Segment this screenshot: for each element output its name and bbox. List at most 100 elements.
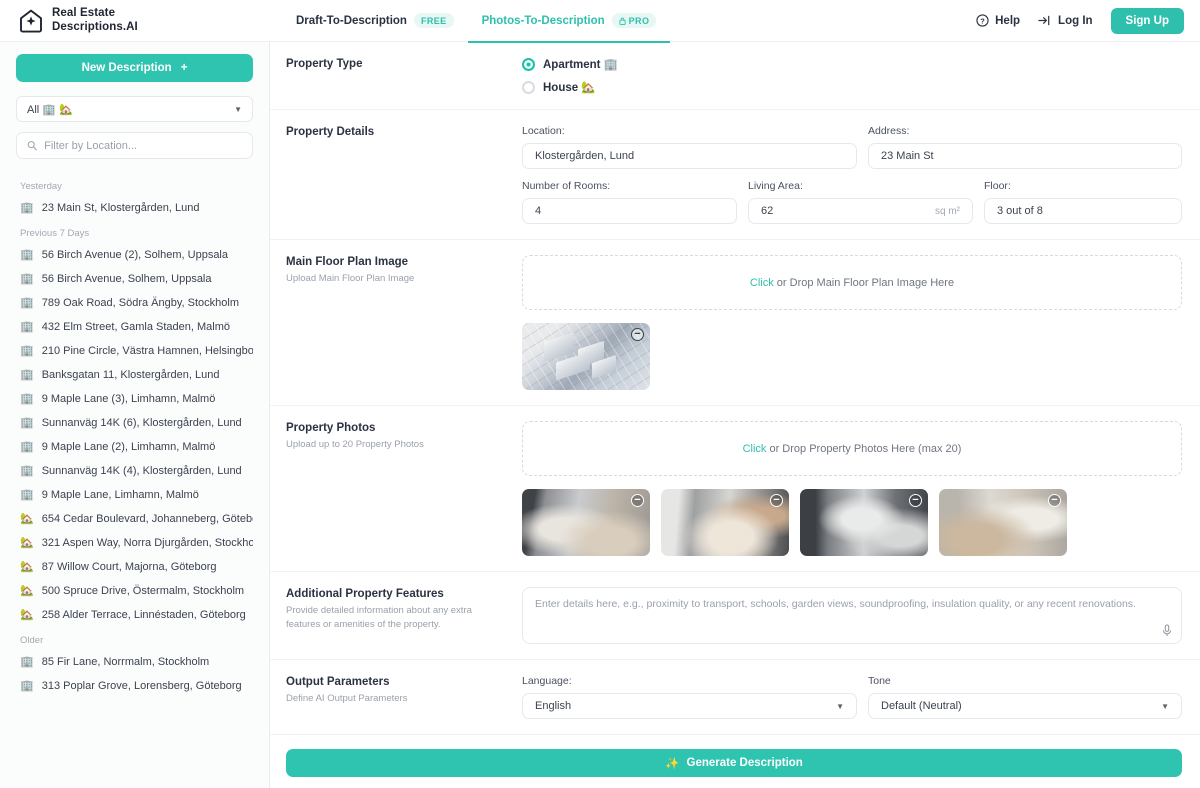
radio-apartment[interactable]: Apartment 🏢 <box>522 57 1182 71</box>
type-filter-select[interactable]: All 🏢 🏡 ▼ <box>16 96 253 122</box>
photo-thumbnail-kitchen[interactable]: − <box>661 489 789 556</box>
search-icon <box>27 140 37 151</box>
chevron-down-icon: ▼ <box>836 702 844 711</box>
history-item[interactable]: 🏢432 Elm Street, Gamla Staden, Malmö <box>16 315 253 339</box>
apartment-icon: 🏢 <box>20 322 34 333</box>
section-additional-features: Additional Property Features Provide det… <box>270 572 1200 660</box>
floor-input[interactable]: 3 out of 8 <box>984 198 1182 224</box>
location-input[interactable]: Klostergården, Lund <box>522 143 857 169</box>
location-filter[interactable] <box>16 132 253 159</box>
new-description-button[interactable]: New Description + <box>16 54 253 82</box>
brand-text: Real Estate Descriptions.AI <box>52 7 138 33</box>
tab-draft-to-description[interactable]: Draft-To-Description FREE <box>282 1 468 43</box>
history-item-label: 23 Main St, Klostergården, Lund <box>42 202 200 214</box>
features-textarea[interactable]: Enter details here, e.g., proximity to t… <box>522 587 1182 644</box>
new-description-label: New Description <box>82 62 172 74</box>
history-item[interactable]: 🏢Banksgatan 11, Klostergården, Lund <box>16 363 253 387</box>
chevron-down-icon: ▼ <box>1161 702 1169 711</box>
details-row-1: Location: Klostergården, Lund Address: 2… <box>522 125 1182 169</box>
language-value: English <box>535 700 571 712</box>
photo-thumbnail-living-room[interactable]: − <box>522 489 650 556</box>
location-label: Location: <box>522 125 857 137</box>
history-item[interactable]: 🏡87 Willow Court, Majorna, Göteborg <box>16 555 253 579</box>
photo-thumbnail-bathroom[interactable]: − <box>800 489 928 556</box>
tone-value: Default (Neutral) <box>881 700 962 712</box>
remove-circle-icon[interactable]: − <box>770 494 783 507</box>
remove-circle-icon[interactable]: − <box>1048 494 1061 507</box>
type-filter-value: All 🏢 🏡 <box>27 103 73 116</box>
history-item[interactable]: 🏢Sunnanväg 14K (6), Klostergården, Lund <box>16 411 253 435</box>
floor-plan-thumbnail[interactable]: − <box>522 323 650 390</box>
remove-circle-icon[interactable]: − <box>631 328 644 341</box>
details-row-2: Number of Rooms: 4 Living Area: 62 sq m² <box>522 180 1182 224</box>
badge-pro: PRO <box>612 13 657 28</box>
history-item-label: 210 Pine Circle, Västra Hamnen, Helsingb… <box>42 345 253 357</box>
history-item[interactable]: 🏢9 Maple Lane, Limhamn, Malmö <box>16 483 253 507</box>
help-link[interactable]: ? Help <box>976 14 1020 27</box>
living-area-input[interactable]: 62 sq m² <box>748 198 973 224</box>
tone-select[interactable]: Default (Neutral) ▼ <box>868 693 1182 719</box>
history-item[interactable]: 🏡500 Spruce Drive, Östermalm, Stockholm <box>16 579 253 603</box>
radio-apartment-label: Apartment 🏢 <box>543 57 618 71</box>
tab-photos-to-description[interactable]: Photos-To-Description PRO <box>468 1 671 43</box>
photo-thumbnail-bedroom[interactable]: − <box>939 489 1067 556</box>
history-item[interactable]: 🏡 321 Aspen Way, Norra Djurgården, Stockh… <box>16 531 253 555</box>
floor-plan-dropzone[interactable]: Click or Drop Main Floor Plan Image Here <box>522 255 1182 310</box>
history-item-label: 9 Maple Lane (2), Limhamn, Malmö <box>42 441 216 453</box>
apartment-icon: 🏢 <box>20 442 34 453</box>
login-link[interactable]: Log In <box>1038 14 1093 27</box>
house-icon: 🏡 <box>20 538 34 549</box>
address-field-group: Address: 23 Main St <box>868 125 1182 169</box>
house-icon: 🏡 <box>20 514 34 525</box>
rooms-input[interactable]: 4 <box>522 198 737 224</box>
section-label: Property Details <box>286 125 522 224</box>
apartment-icon: 🏢 <box>20 250 34 261</box>
section-property-details: Property Details Location: Klostergården… <box>270 110 1200 240</box>
generate-label: Generate Description <box>687 757 803 769</box>
section-label: Output Parameters Define AI Output Param… <box>286 675 522 719</box>
radio-apartment-indicator <box>522 58 535 71</box>
signup-button[interactable]: Sign Up <box>1111 8 1184 34</box>
history-group-label: Previous 7 Days <box>20 228 253 239</box>
generate-description-button[interactable]: ✨ Generate Description <box>286 749 1182 777</box>
login-label: Log In <box>1058 15 1093 27</box>
history-item[interactable]: 🏢 9 Maple Lane (2), Limhamn, Malmö <box>16 435 253 459</box>
filter-location-input[interactable] <box>44 140 242 152</box>
photo-thumbs: − − − − <box>522 489 1182 556</box>
home-sparkle-icon <box>18 8 44 34</box>
history-item[interactable]: 🏢Sunnanväg 14K (4), Klostergården, Lund <box>16 459 253 483</box>
history-item[interactable]: 🏢9 Maple Lane (3), Limhamn, Malmö <box>16 387 253 411</box>
radio-house[interactable]: House 🏡 <box>522 80 1182 94</box>
history-item[interactable]: 🏢56 Birch Avenue (2), Solhem, Uppsala <box>16 243 253 267</box>
help-label: Help <box>995 15 1020 27</box>
history-item[interactable]: 🏡654 Cedar Boulevard, Johanneberg, Göteb… <box>16 507 253 531</box>
photos-dropzone[interactable]: Click or Drop Property Photos Here (max … <box>522 421 1182 476</box>
microphone-icon[interactable] <box>1162 624 1172 637</box>
remove-circle-icon[interactable]: − <box>909 494 922 507</box>
photos-content: Click or Drop Property Photos Here (max … <box>522 421 1182 556</box>
language-select[interactable]: English ▼ <box>522 693 857 719</box>
history-item[interactable]: 🏡258 Alder Terrace, Linnéstaden, Götebor… <box>16 603 253 627</box>
history-item[interactable]: 🏢23 Main St, Klostergården, Lund <box>16 196 253 220</box>
history-item-label: 321 Aspen Way, Norra Djurgården, Stockho… <box>42 537 253 549</box>
svg-text:?: ? <box>980 16 985 25</box>
address-value: 23 Main St <box>881 150 934 162</box>
history-group-label: Yesterday <box>20 181 253 192</box>
floor-plan-title: Main Floor Plan Image <box>286 256 522 268</box>
history-item[interactable]: 🏢313 Poplar Grove, Lorensberg, Göteborg <box>16 674 253 698</box>
section-property-type: Property Type Apartment 🏢 House 🏡 <box>270 42 1200 110</box>
history-item-label: 500 Spruce Drive, Östermalm, Stockholm <box>42 585 244 597</box>
history-item[interactable]: 🏢210 Pine Circle, Västra Hamnen, Helsing… <box>16 339 253 363</box>
history-list: Yesterday🏢23 Main St, Klostergården, Lun… <box>16 173 253 788</box>
rooms-label: Number of Rooms: <box>522 180 737 192</box>
address-input[interactable]: 23 Main St <box>868 143 1182 169</box>
history-item[interactable]: 🏢85 Fir Lane, Norrmalm, Stockholm <box>16 650 253 674</box>
history-item[interactable]: 🏢56 Birch Avenue, Solhem, Uppsala <box>16 267 253 291</box>
language-label: Language: <box>522 675 857 687</box>
property-details-title: Property Details <box>286 126 522 138</box>
brand[interactable]: Real Estate Descriptions.AI <box>0 7 270 33</box>
remove-circle-icon[interactable]: − <box>631 494 644 507</box>
history-item-label: Sunnanväg 14K (4), Klostergården, Lund <box>42 465 242 477</box>
history-item[interactable]: 🏢789 Oak Road, Södra Ängby, Stockholm <box>16 291 253 315</box>
floor-plan-content: Click or Drop Main Floor Plan Image Here… <box>522 255 1182 390</box>
